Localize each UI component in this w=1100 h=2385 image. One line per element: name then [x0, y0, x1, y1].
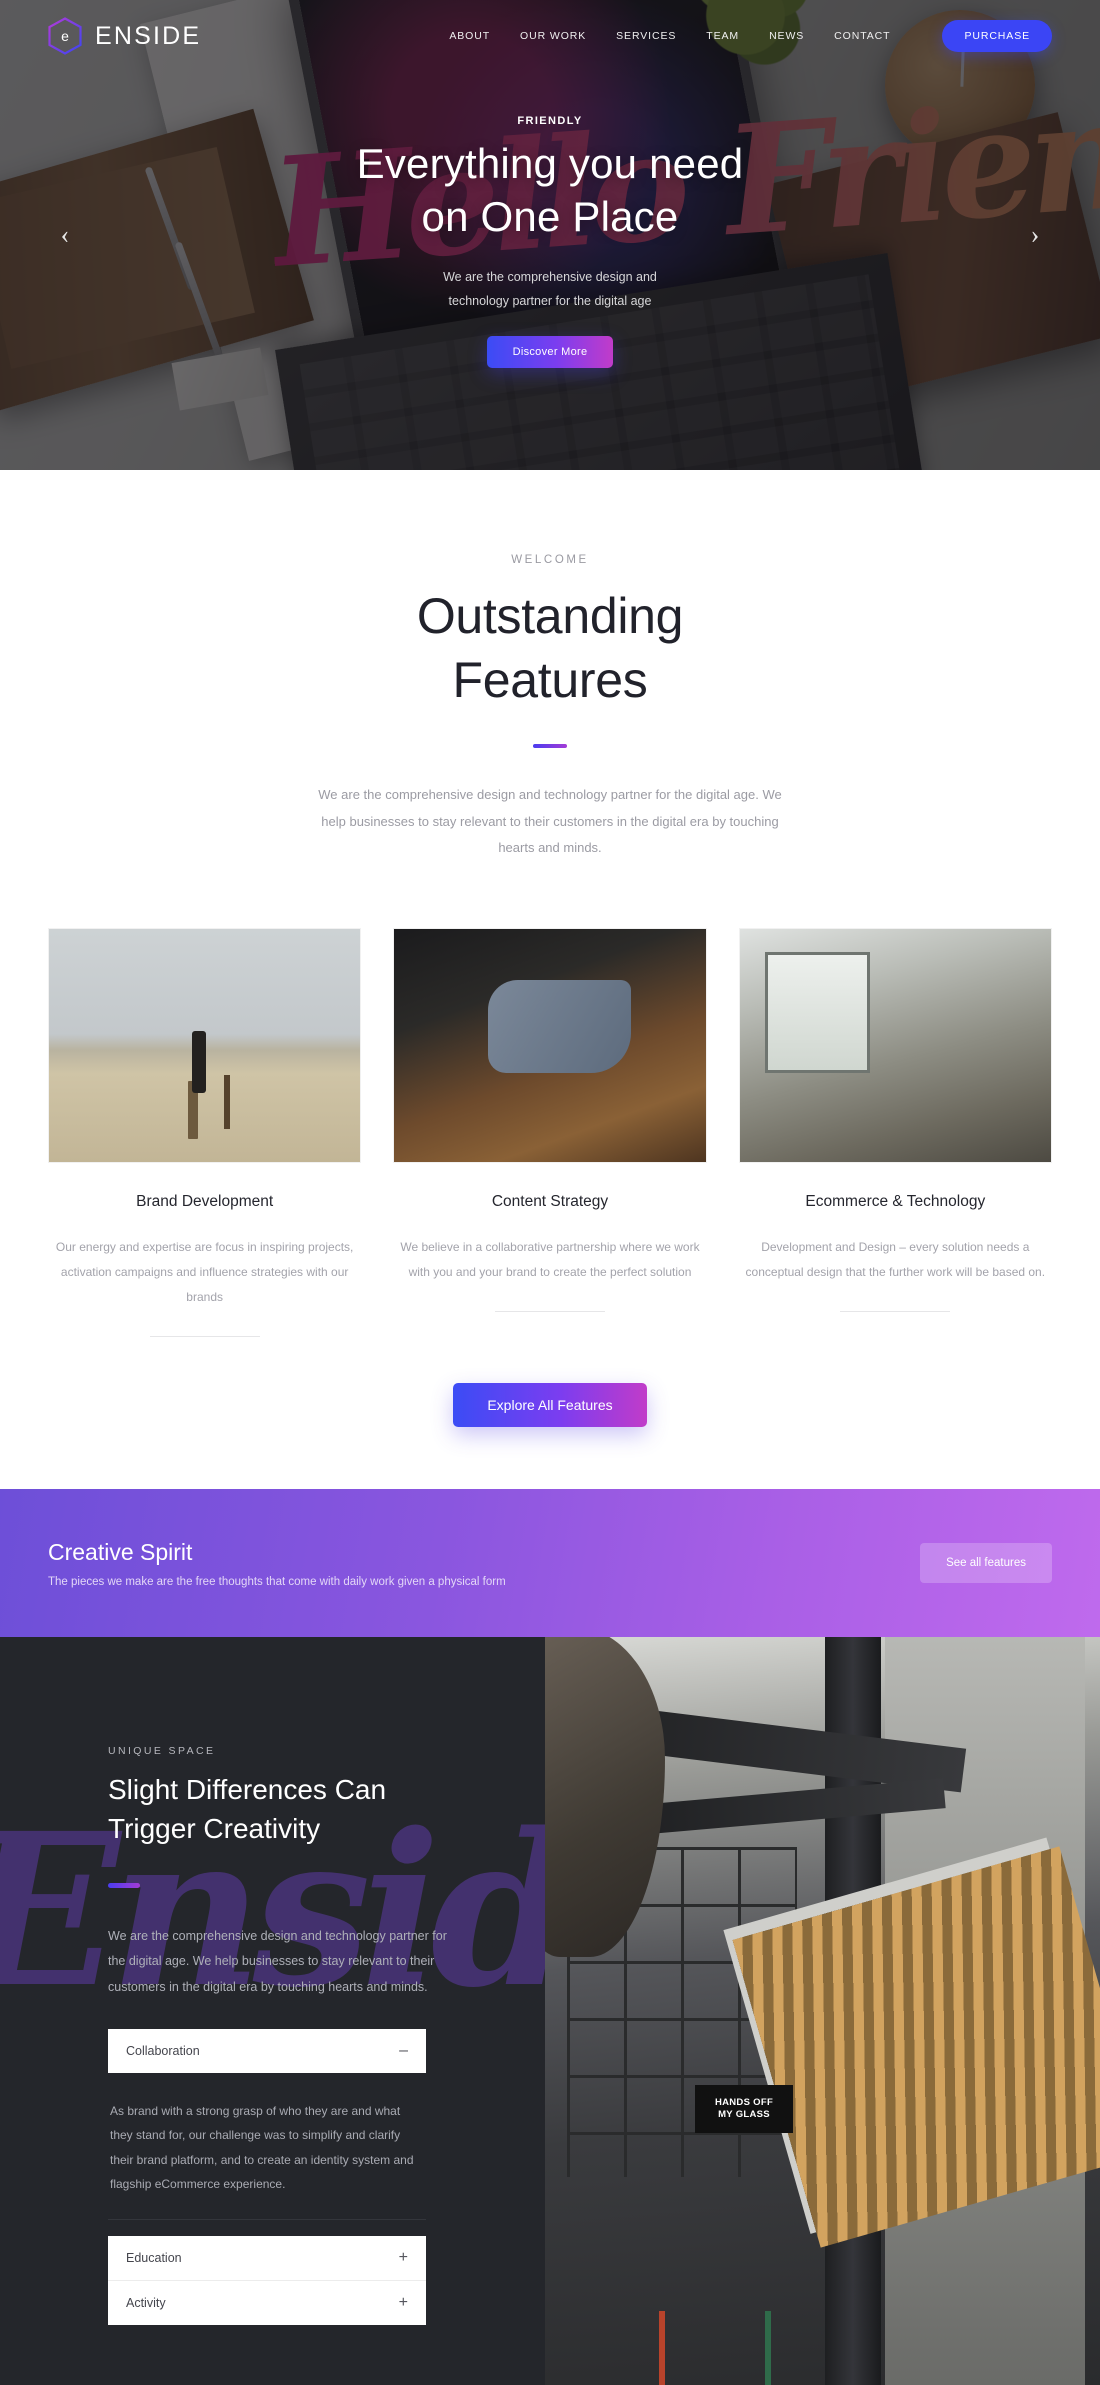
unique-content-column: UNIQUE SPACE Slight Differences Can Trig…: [0, 1637, 545, 2385]
hero-subtitle-line-1: We are the comprehensive design and: [443, 270, 657, 284]
hero-subtitle-line-2: technology partner for the digital age: [448, 293, 652, 308]
hero-title: Everything you need on One Place: [357, 137, 744, 245]
features-button-wrap: Explore All Features: [0, 1383, 1100, 1428]
features-title-line-1: Outstanding: [416, 588, 684, 644]
hero-subtitle: We are the comprehensive design and tech…: [443, 266, 657, 314]
accordion-item-label: Education: [126, 2250, 182, 2265]
accordion-divider: [108, 2218, 426, 2220]
slider-prev-arrow-icon[interactable]: ‹: [48, 218, 82, 252]
features-description: We are the comprehensive design and tech…: [318, 787, 782, 856]
feature-card-text: Our energy and expertise are focus in in…: [55, 1239, 354, 1305]
main-navigation: ABOUT OUR WORK SERVICES TEAM NEWS CONTAC…: [449, 20, 1052, 52]
feature-card-image: [48, 927, 362, 1163]
features-section: WELCOME Outstanding Features We are the …: [0, 470, 1100, 1490]
creative-spirit-banner: Creative Spirit The pieces we make are t…: [0, 1489, 1100, 1638]
unique-title-line-1: Slight Differences Can: [108, 1774, 387, 1806]
nav-link-contact[interactable]: CONTACT: [834, 30, 890, 42]
brand-name: ENSIDE: [95, 21, 202, 50]
feature-card-image: [738, 927, 1052, 1163]
nav-link-team[interactable]: TEAM: [706, 30, 739, 42]
banner-text-block: Creative Spirit The pieces we make are t…: [48, 1539, 506, 1588]
nav-link-news[interactable]: NEWS: [769, 30, 804, 42]
sign-line-1: HANDS OFF: [714, 2097, 774, 2109]
hero-title-line-1: Everything you need: [356, 139, 744, 187]
unique-space-section: Enside UNIQUE SPACE Slight Differences C…: [0, 1637, 1100, 2385]
section-divider-rule: [533, 744, 567, 748]
accordion-panel-collaboration: As brand with a strong grasp of who they…: [110, 2103, 414, 2192]
plus-icon: +: [398, 2293, 408, 2311]
unique-eyebrow: UNIQUE SPACE: [108, 1745, 216, 1758]
discover-more-button[interactable]: Discover More: [486, 335, 614, 368]
slider-next-arrow-icon[interactable]: ›: [1018, 218, 1052, 252]
svg-text:e: e: [61, 28, 69, 44]
minus-icon: –: [399, 2041, 408, 2059]
accordion-item-activity[interactable]: Activity +: [108, 2279, 426, 2325]
nav-link-our-work[interactable]: OUR WORK: [520, 30, 586, 42]
unique-title-line-2: Trigger Creativity: [108, 1813, 321, 1845]
accordion-item-label: Activity: [126, 2295, 166, 2310]
site-header: e ENSIDE ABOUT OUR WORK SERVICES TEAM NE…: [0, 0, 1100, 72]
unique-divider-rule: [108, 1882, 140, 1888]
unique-title: Slight Differences Can Trigger Creativit…: [108, 1771, 481, 1848]
see-all-features-button[interactable]: See all features: [920, 1543, 1052, 1584]
unique-description: We are the comprehensive design and tech…: [108, 1928, 447, 1994]
feature-card-title: Ecommerce & Technology: [805, 1192, 986, 1210]
accordion-item-label: Collaboration: [126, 2043, 200, 2058]
feature-card-divider: [840, 1311, 951, 1313]
hero-title-line-2: on One Place: [421, 193, 679, 241]
sign-line-2: MY GLASS: [718, 2109, 770, 2121]
banner-title: Creative Spirit: [48, 1538, 193, 1565]
nav-link-services[interactable]: SERVICES: [616, 30, 676, 42]
nav-link-about[interactable]: ABOUT: [449, 30, 490, 42]
purchase-button[interactable]: PURCHASE: [942, 20, 1052, 52]
hero-slider: Hello Friends e ENSIDE ABOUT OUR WORK SE…: [0, 0, 1100, 470]
feature-card[interactable]: Content Strategy We believe in a collabo…: [393, 927, 707, 1338]
plus-icon: +: [398, 2248, 408, 2266]
feature-card-title: Brand Development: [136, 1192, 274, 1210]
features-eyebrow: WELCOME: [511, 554, 589, 566]
brand-logo[interactable]: e ENSIDE: [48, 17, 201, 55]
feature-card[interactable]: Ecommerce & Technology Development and D…: [738, 927, 1052, 1338]
feature-card-image: [393, 927, 707, 1163]
accordion-item-education[interactable]: Education +: [108, 2235, 426, 2280]
feature-card-title: Content Strategy: [491, 1192, 609, 1210]
accordion: Collaboration – As brand with a strong g…: [108, 2028, 426, 2325]
feature-card-divider: [494, 1311, 605, 1313]
features-title: Outstanding Features: [0, 584, 1100, 712]
feature-card-text: We believe in a collaborative partnershi…: [400, 1239, 700, 1280]
feature-card-text: Development and Design – every solution …: [745, 1239, 1046, 1280]
banner-subtitle: The pieces we make are the free thoughts…: [48, 1575, 506, 1588]
hands-off-my-glass-sign: HANDS OFF MY GLASS: [695, 2085, 793, 2134]
feature-card-list: Brand Development Our energy and experti…: [0, 927, 1100, 1338]
unique-space-photo: HANDS OFF MY GLASS: [545, 1637, 1100, 2385]
feature-card-divider: [149, 1336, 260, 1338]
explore-all-features-button[interactable]: Explore All Features: [453, 1383, 647, 1428]
hexagon-e-logo-icon: e: [48, 17, 82, 55]
hero-eyebrow: FRIENDLY: [517, 114, 583, 127]
features-title-line-2: Features: [452, 652, 648, 708]
feature-card[interactable]: Brand Development Our energy and experti…: [48, 927, 362, 1338]
accordion-item-collaboration[interactable]: Collaboration –: [108, 2028, 426, 2073]
